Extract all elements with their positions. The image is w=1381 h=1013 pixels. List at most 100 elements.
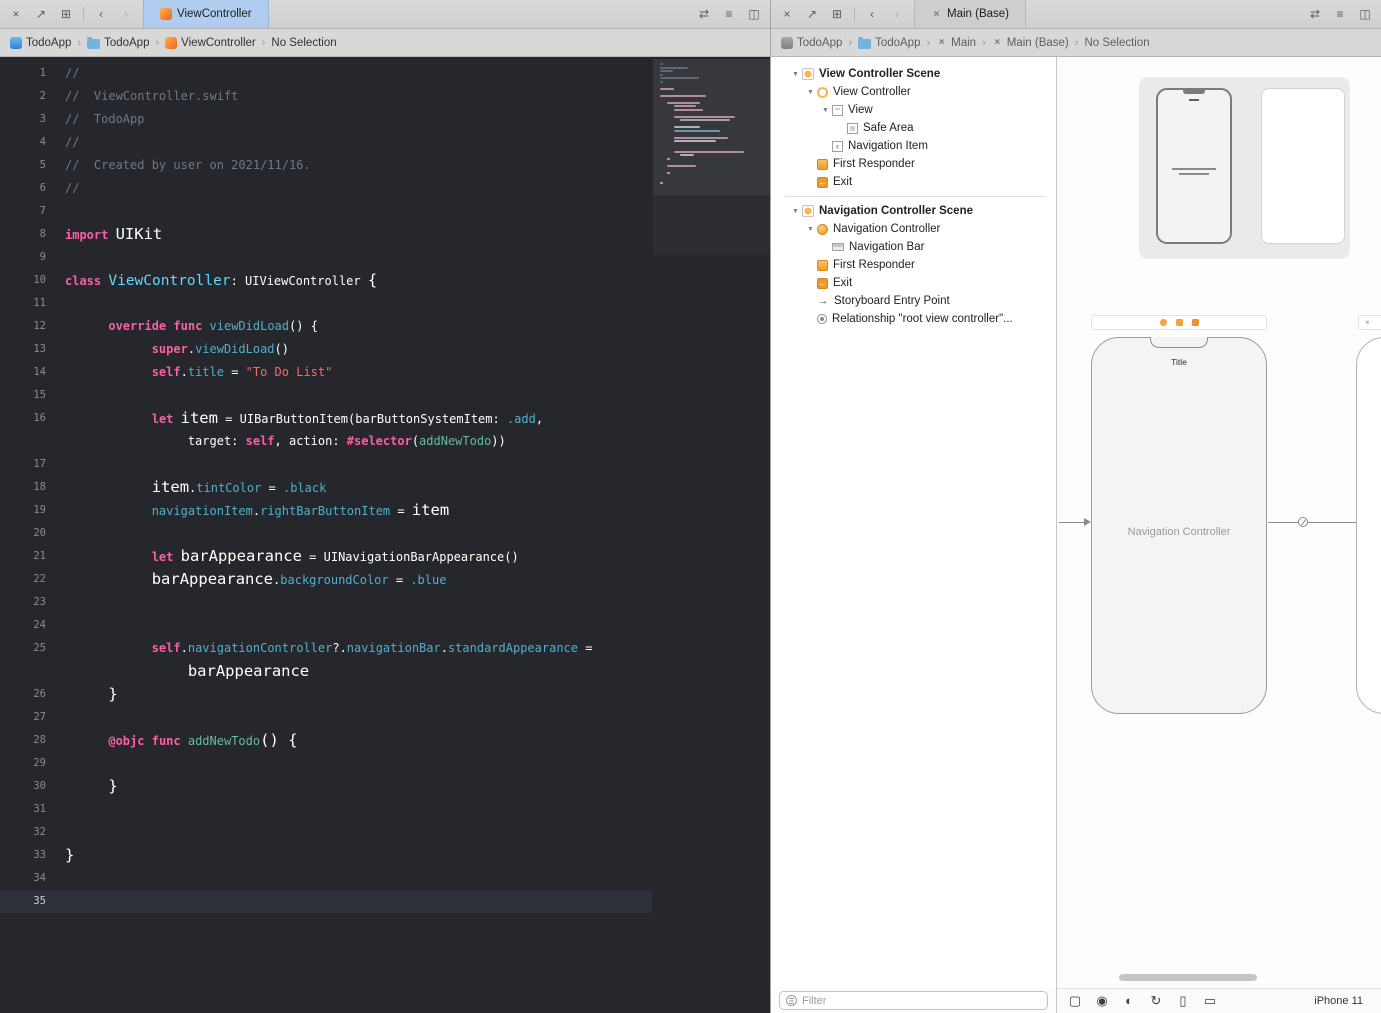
disclosure-triangle[interactable]: ▼ [789,71,802,78]
line-number[interactable]: 5 [0,154,46,177]
code-line[interactable]: 35 [0,890,652,913]
line-number[interactable]: 34 [0,867,46,890]
line-number[interactable]: 24 [0,614,46,637]
scene-dock[interactable] [1091,315,1267,330]
line-number[interactable]: 18 [0,476,46,499]
line-number[interactable]: 2 [0,85,46,108]
canvas-minimap[interactable] [1139,77,1350,259]
code-line[interactable]: 25 self.navigationController?.navigation… [0,637,770,660]
breadcrumb-item[interactable]: No Selection [271,37,336,49]
outline-item[interactable]: ▼ Navigation Controller [771,220,1056,238]
horizontal-scrollbar[interactable] [1119,974,1257,981]
code-line[interactable]: 30 } [0,775,770,798]
line-number[interactable]: 20 [0,522,46,545]
back-icon[interactable]: ‹ [93,7,109,21]
outline-item[interactable]: Storyboard Entry Point [771,292,1056,310]
device-phone-icon[interactable]: ▯ [1175,993,1191,1009]
code-line[interactable]: barAppearance [0,660,770,683]
outline-item[interactable]: First Responder [771,155,1056,173]
code-line[interactable]: 27 [0,706,770,729]
rotate-icon[interactable]: ↻ [1148,993,1164,1009]
code-line[interactable]: 10 class ViewController: UIViewController… [0,269,770,292]
view-controller-scene-partial[interactable] [1356,337,1381,714]
close-editor-icon[interactable]: × [8,7,24,21]
code-line[interactable]: 19 navigationItem.rightBarButtonItem = i… [0,499,770,522]
code-line[interactable]: 17 [0,453,770,476]
dock-view-controller-icon[interactable] [1159,319,1167,326]
line-number[interactable]: 32 [0,821,46,844]
back-icon[interactable]: ‹ [864,7,880,21]
add-editor-icon[interactable]: ◫ [746,7,762,21]
code-line[interactable]: 34 [0,867,770,890]
line-number[interactable]: 21 [0,545,46,568]
navigation-controller-scene[interactable]: Title Navigation Controller [1091,337,1267,714]
code-line[interactable]: 33} [0,844,770,867]
code-line[interactable]: 31 [0,798,770,821]
code-minimap[interactable] [653,59,770,255]
code-line[interactable]: 18 item.tintColor = .black [0,476,770,499]
line-number[interactable]: 31 [0,798,46,821]
appearance-icon[interactable]: ◐ [1121,993,1137,1009]
line-number[interactable]: 28 [0,729,46,752]
line-number[interactable]: 6 [0,177,46,200]
editor-options-icon[interactable]: ≡ [721,7,737,21]
editor-options-icon[interactable]: ≡ [1332,7,1348,21]
storyboard-entry-arrow[interactable] [1059,518,1091,527]
fullscreen-icon[interactable]: ↗ [804,7,820,21]
line-number[interactable]: 11 [0,292,46,315]
dock-exit-icon[interactable] [1191,319,1199,326]
device-tablet-icon[interactable]: ▭ [1202,993,1218,1009]
line-number[interactable]: 9 [0,246,46,269]
code-line[interactable]: 16 let item = UIBarButtonItem(barButtonS… [0,407,770,430]
line-number[interactable]: 8 [0,223,46,246]
add-editor-icon[interactable]: ◫ [1357,7,1373,21]
code-editor[interactable]: 1 // 2 // ViewController.swift 3 // TodoApp 4 /… [0,57,770,1013]
line-number[interactable]: 13 [0,338,46,361]
forward-icon[interactable]: › [889,7,905,21]
code-line[interactable]: target: self, action: #selector(addNewTo… [0,430,770,453]
code-line[interactable]: 23 [0,591,770,614]
line-number[interactable]: 25 [0,637,46,660]
line-number[interactable]: 14 [0,361,46,384]
dock-first-responder-icon[interactable] [1175,319,1183,326]
code-review-icon[interactable]: ⇄ [696,7,712,21]
line-number[interactable]: 15 [0,384,46,407]
outline-item[interactable]: First Responder [771,256,1056,274]
breadcrumb-item[interactable]: Main [936,37,976,49]
breadcrumb-item[interactable]: TodoApp [781,36,842,49]
disclosure-triangle[interactable]: ▼ [804,89,817,96]
partial-scene-dock[interactable]: × [1358,315,1381,330]
outline-item[interactable]: ▼ View Controller Scene [771,65,1056,83]
code-line[interactable]: 29 [0,752,770,775]
breadcrumb-item[interactable]: ViewController [165,36,256,49]
outline-item[interactable]: Relationship "root view controller"... [771,310,1056,328]
breadcrumb-item[interactable]: No Selection [1084,37,1149,49]
close-editor-icon[interactable]: × [779,7,795,21]
outline-item[interactable]: Navigation Item [771,137,1056,155]
line-number[interactable]: 12 [0,315,46,338]
disclosure-triangle[interactable]: ▼ [789,208,802,215]
tab-overview-icon[interactable]: ⊞ [58,7,74,21]
breadcrumb-item[interactable]: TodoApp [10,36,71,49]
storyboard-canvas[interactable]: Title Navigation Controller × ▢ ◉ ◐ ↻ ▯ ▭ iPh… [1057,57,1381,1013]
tab-overview-icon[interactable]: ⊞ [829,7,845,21]
code-line[interactable]: 14 self.title = "To Do List" [0,361,770,384]
line-number[interactable]: 3 [0,108,46,131]
outline-item[interactable]: ▼ Navigation Controller Scene [771,202,1056,220]
code-line[interactable]: 21 let barAppearance = UINavigationBarAp… [0,545,770,568]
line-number[interactable]: 17 [0,453,46,476]
line-number[interactable]: 29 [0,752,46,775]
filter-input[interactable]: Filter [779,991,1048,1010]
code-line[interactable]: 26 } [0,683,770,706]
code-line[interactable]: 13 super.viewDidLoad() [0,338,770,361]
traits-icon[interactable]: ◉ [1094,993,1110,1009]
line-number[interactable]: 30 [0,775,46,798]
line-number[interactable]: 35 [0,890,46,913]
code-review-icon[interactable]: ⇄ [1307,7,1323,21]
disclosure-triangle[interactable]: ▼ [819,107,832,114]
code-line[interactable]: 24 [0,614,770,637]
fullscreen-icon[interactable]: ↗ [33,7,49,21]
disclosure-triangle[interactable]: ▼ [804,226,817,233]
code-line[interactable]: 15 [0,384,770,407]
tab-viewcontroller[interactable]: ViewController [143,0,269,28]
